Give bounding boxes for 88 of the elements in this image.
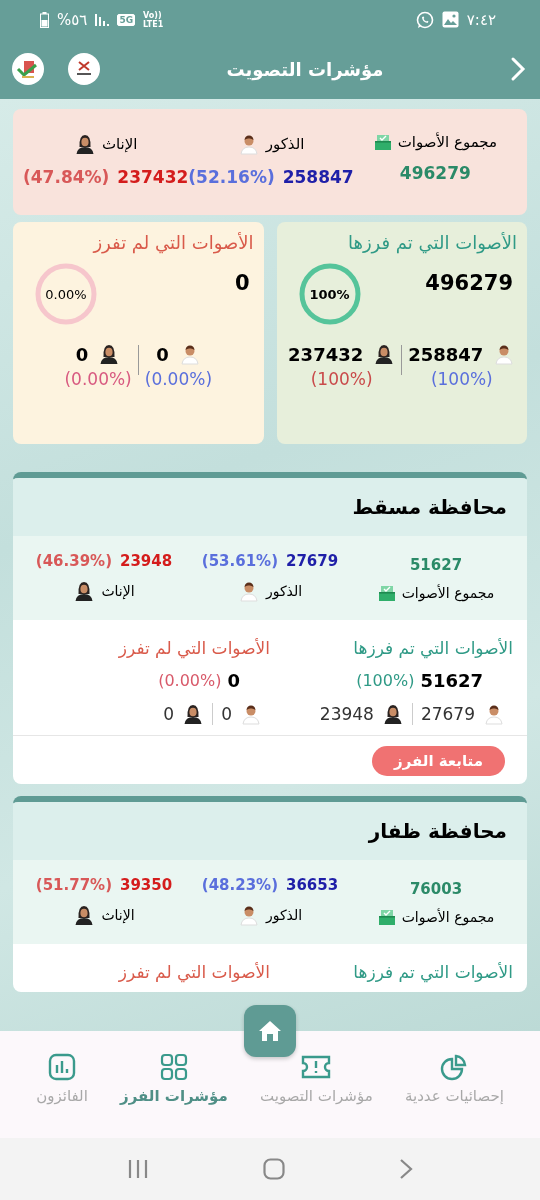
stat-value: 36653 xyxy=(286,876,339,895)
male-count: 0 xyxy=(156,343,169,365)
follow-sorting-button[interactable]: متابعة الفرز xyxy=(372,746,505,777)
stat-label: مجموع الأصوات xyxy=(397,133,498,152)
card-title: الأصوات التي تم فرزها xyxy=(346,232,517,254)
grid-icon xyxy=(159,1053,188,1082)
battery-level: %٥٦ xyxy=(57,10,88,29)
male-count: 258847 xyxy=(408,343,484,365)
man-icon xyxy=(237,580,260,603)
sorted-total: 0 xyxy=(227,670,240,692)
network-label: 5G xyxy=(117,13,136,26)
man-icon xyxy=(483,703,505,726)
section-title: الأصوات التي لم تفرز xyxy=(117,962,270,983)
ballot-box-icon xyxy=(373,133,392,152)
stat-label: الذكور xyxy=(265,907,303,924)
stat-label: مجموع الأصوات xyxy=(401,585,495,602)
stat-value: 51627 xyxy=(409,556,463,575)
stat-value: 237432 xyxy=(117,167,189,188)
ballot-box-icon xyxy=(377,584,396,603)
logo-icon xyxy=(12,53,44,86)
sorted-total: 51627 xyxy=(420,670,483,692)
stat-label: الإناث xyxy=(101,583,135,600)
nav-tab[interactable]: مؤشرات الفرز xyxy=(116,1053,232,1106)
stat-label: الإناث xyxy=(101,907,135,924)
female-count: 237432 xyxy=(288,343,364,365)
stat-percent: (46.39%) xyxy=(35,552,112,571)
ring-label: 0.00% xyxy=(45,286,87,302)
card-title: الأصوات التي لم تفرز xyxy=(91,232,254,254)
stat-percent: (51.77%) xyxy=(35,876,112,895)
stat-label: الذكور xyxy=(265,135,305,154)
recents-icon[interactable] xyxy=(127,1158,149,1179)
ring-label: 100% xyxy=(309,286,350,302)
section-title: الأصوات التي لم تفرز xyxy=(117,638,270,659)
stat-value: 23948 xyxy=(120,552,173,571)
sorted-percent: (100%) xyxy=(356,671,415,691)
nav-tab[interactable]: مؤشرات التصويت xyxy=(256,1053,377,1106)
man-icon xyxy=(240,703,262,726)
stat-value: 258847 xyxy=(282,167,354,188)
system-home-icon[interactable] xyxy=(263,1157,285,1180)
clock: ٧:٤٢ xyxy=(466,10,496,29)
section-title: الأصوات التي تم فرزها xyxy=(352,962,513,983)
bar-chart-icon xyxy=(48,1053,76,1082)
female-count: 0 xyxy=(75,343,89,365)
man-icon xyxy=(237,133,260,156)
male-percent: (0.00%) xyxy=(144,369,213,390)
female-count: 0 xyxy=(163,704,175,725)
stat-percent: (52.16%) xyxy=(188,167,275,188)
ballot-box-icon xyxy=(377,908,396,927)
back-icon[interactable] xyxy=(510,56,526,83)
stat-percent: (48.23%) xyxy=(201,876,278,895)
man-icon xyxy=(178,343,201,366)
nav-tab[interactable]: إحصائيات عددية xyxy=(400,1053,508,1106)
signal-icon xyxy=(95,13,110,27)
male-percent: (100%) xyxy=(430,369,493,390)
female-count: 23948 xyxy=(319,704,374,725)
home-button[interactable] xyxy=(244,1005,296,1058)
system-back-icon[interactable] xyxy=(399,1157,413,1180)
man-icon xyxy=(237,904,260,927)
stat-percent: (53.61%) xyxy=(201,552,278,571)
counted-total: 496279 xyxy=(425,271,513,296)
stat-percent: (47.84%) xyxy=(23,167,110,188)
governorate-name: محافظة مسقط xyxy=(352,495,507,520)
stat-value: 76003 xyxy=(409,880,463,899)
sorted-percent: (0.00%) xyxy=(158,671,222,691)
section-title: الأصوات التي تم فرزها xyxy=(352,638,513,659)
stat-value: 39350 xyxy=(120,876,173,895)
counted-total: 0 xyxy=(234,271,250,296)
pie-chart-icon xyxy=(440,1053,469,1082)
screen-title: مؤشرات التصويت xyxy=(225,58,385,80)
stat-label: الذكور xyxy=(265,583,303,600)
stat-value: 496279 xyxy=(399,163,471,184)
stat-value: 27679 xyxy=(286,552,339,571)
male-count: 0 xyxy=(221,704,232,725)
volte-label: Vo)) xyxy=(143,10,163,20)
female-percent: (100%) xyxy=(310,369,373,390)
man-icon xyxy=(493,343,516,366)
image-icon xyxy=(441,11,459,29)
home-icon xyxy=(258,1020,282,1043)
stat-label: الإناث xyxy=(101,135,138,154)
lte-label: LTE1 xyxy=(143,19,164,29)
governorate-name: محافظة ظفار xyxy=(368,819,507,844)
battery-icon xyxy=(40,11,49,28)
female-percent: (0.00%) xyxy=(64,369,132,390)
male-count: 27679 xyxy=(420,704,475,725)
nav-tab[interactable]: الفائزون xyxy=(32,1053,92,1106)
stat-label: مجموع الأصوات xyxy=(401,909,495,926)
whatsapp-icon xyxy=(415,10,434,29)
logo-icon xyxy=(68,53,100,86)
